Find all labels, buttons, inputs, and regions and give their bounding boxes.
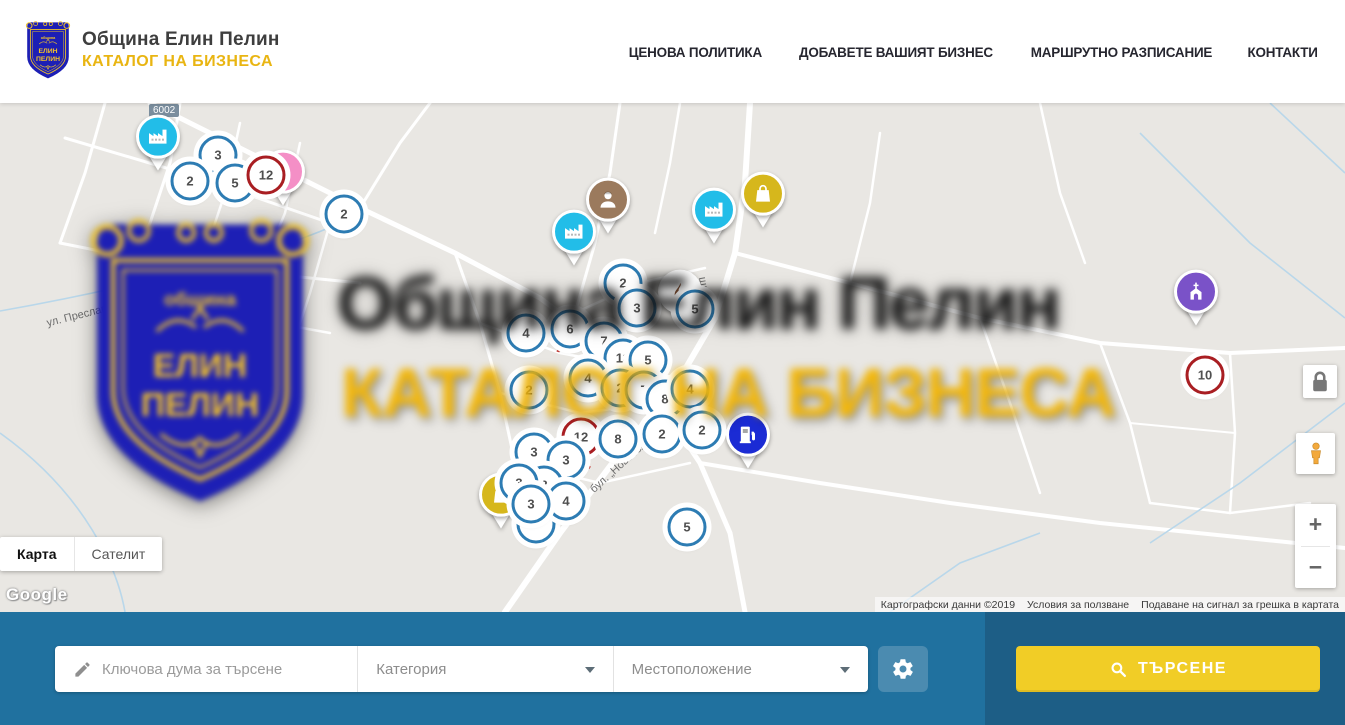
cluster-marker[interactable]: 8: [599, 420, 638, 459]
location-select-value: Местоположение: [632, 661, 752, 678]
zoom-out-button[interactable]: −: [1295, 546, 1336, 588]
svg-text:ЕЛИН: ЕЛИН: [38, 48, 57, 55]
search-bar: Категория Местоположение ТЪРСЕНЕ: [0, 612, 1345, 725]
main-nav: ЦЕНОВА ПОЛИТИКА ДОБАВЕТЕ ВАШИЯТ БИЗНЕС М…: [626, 0, 1319, 103]
category-select[interactable]: Категория: [358, 646, 612, 692]
attribution-copyright: Картографски данни ©2019: [875, 599, 1021, 611]
category-select-value: Категория: [376, 661, 446, 678]
site-subtitle: КАТАЛОГ НА БИЗНЕСА: [82, 52, 280, 72]
terms-of-use-link[interactable]: Условия за ползване: [1021, 599, 1135, 611]
markers-layer: 32512223564713542278422128338343510: [0, 103, 1345, 612]
cluster-marker[interactable]: 2: [683, 411, 722, 450]
map-type-satellite-button[interactable]: Сателит: [74, 537, 163, 571]
page: община ЕЛИНПЕЛИН Община Елин Пелин КАТАЛО…: [0, 0, 1345, 725]
home-link[interactable]: община ЕЛИНПЕЛИН Община Елин Пелин КАТАЛО…: [24, 20, 280, 80]
svg-text:ПЕЛИН: ПЕЛИН: [36, 56, 60, 63]
cluster-marker[interactable]: 2: [510, 371, 549, 410]
search-input-group: Категория Местоположение: [55, 646, 868, 692]
map-attribution: Картографски данни ©2019 Условия за полз…: [875, 597, 1345, 612]
church-icon: [1184, 280, 1208, 304]
gear-icon: [891, 657, 915, 681]
factory-icon: [562, 220, 586, 244]
svg-text:община: община: [41, 36, 56, 40]
cluster-marker[interactable]: 12: [247, 156, 286, 195]
cluster-marker[interactable]: 4: [671, 370, 710, 409]
location-select[interactable]: Местоположение: [613, 646, 868, 692]
factory-pin-marker[interactable]: [692, 188, 736, 244]
search-button[interactable]: ТЪРСЕНЕ: [1016, 646, 1320, 692]
site-title: Община Елин Пелин: [82, 28, 280, 52]
factory-icon: [702, 198, 726, 222]
chevron-down-icon: [840, 667, 850, 673]
header: община ЕЛИНПЕЛИН Община Елин Пелин КАТАЛО…: [0, 0, 1345, 103]
lock-button[interactable]: [1303, 365, 1337, 398]
keyword-search-input[interactable]: [100, 660, 357, 679]
nav-add-your-business[interactable]: ДОБАВЕТЕ ВАШИЯТ БИЗНЕС: [799, 44, 993, 60]
pencil-icon: [73, 660, 92, 679]
cluster-marker[interactable]: 2: [325, 195, 364, 234]
nav-pricing-policy[interactable]: ЦЕНОВА ПОЛИТИКА: [629, 44, 762, 60]
shopping-bag-icon: [751, 182, 775, 206]
search-button-label: ТЪРСЕНЕ: [1138, 660, 1227, 678]
nav-route-schedule[interactable]: МАРШРУТНО РАЗПИСАНИЕ: [1031, 44, 1212, 60]
keyword-section: [55, 646, 358, 692]
church-pin-marker[interactable]: [1174, 270, 1218, 326]
factory-icon: [146, 125, 170, 149]
advanced-settings-button[interactable]: [878, 646, 928, 692]
cluster-marker[interactable]: 4: [507, 314, 546, 353]
municipality-crest-logo: община ЕЛИНПЕЛИН: [24, 20, 72, 80]
zoom-control: + −: [1295, 504, 1336, 588]
street-view-pegman-button[interactable]: [1296, 433, 1335, 474]
report-map-error-link[interactable]: Подаване на сигнал за грешка в картата: [1135, 599, 1345, 611]
fuel-icon: [736, 423, 760, 447]
zoom-in-button[interactable]: +: [1295, 504, 1336, 546]
chevron-down-icon: [585, 667, 595, 673]
google-logo[interactable]: Google: [6, 585, 68, 605]
worker-icon: [596, 188, 620, 212]
search-icon: [1109, 660, 1128, 679]
cluster-marker[interactable]: 4: [547, 482, 586, 521]
cluster-marker[interactable]: 2: [171, 162, 210, 201]
nav-contacts[interactable]: КОНТАКТИ: [1247, 44, 1317, 60]
map-type-control: Карта Сателит: [0, 537, 162, 571]
map-type-map-button[interactable]: Карта: [0, 537, 74, 571]
cluster-marker[interactable]: 5: [668, 508, 707, 547]
shopping-bag-pin-marker[interactable]: [741, 172, 785, 228]
fuel-pin-marker[interactable]: [726, 413, 770, 469]
pegman-icon: [1303, 439, 1329, 469]
map-canvas[interactable]: 6002 ул. Преслав бул. „Новосел щи" 32512…: [0, 103, 1345, 612]
cluster-marker[interactable]: 3: [512, 485, 551, 524]
cluster-marker[interactable]: 5: [676, 290, 715, 329]
cluster-marker[interactable]: 3: [618, 289, 657, 328]
worker-pin-marker[interactable]: [586, 178, 630, 234]
cluster-marker[interactable]: 2: [643, 415, 682, 454]
lock-icon: [1303, 365, 1337, 399]
cluster-marker[interactable]: 10: [1186, 356, 1225, 395]
factory-pin-marker[interactable]: [136, 115, 180, 171]
